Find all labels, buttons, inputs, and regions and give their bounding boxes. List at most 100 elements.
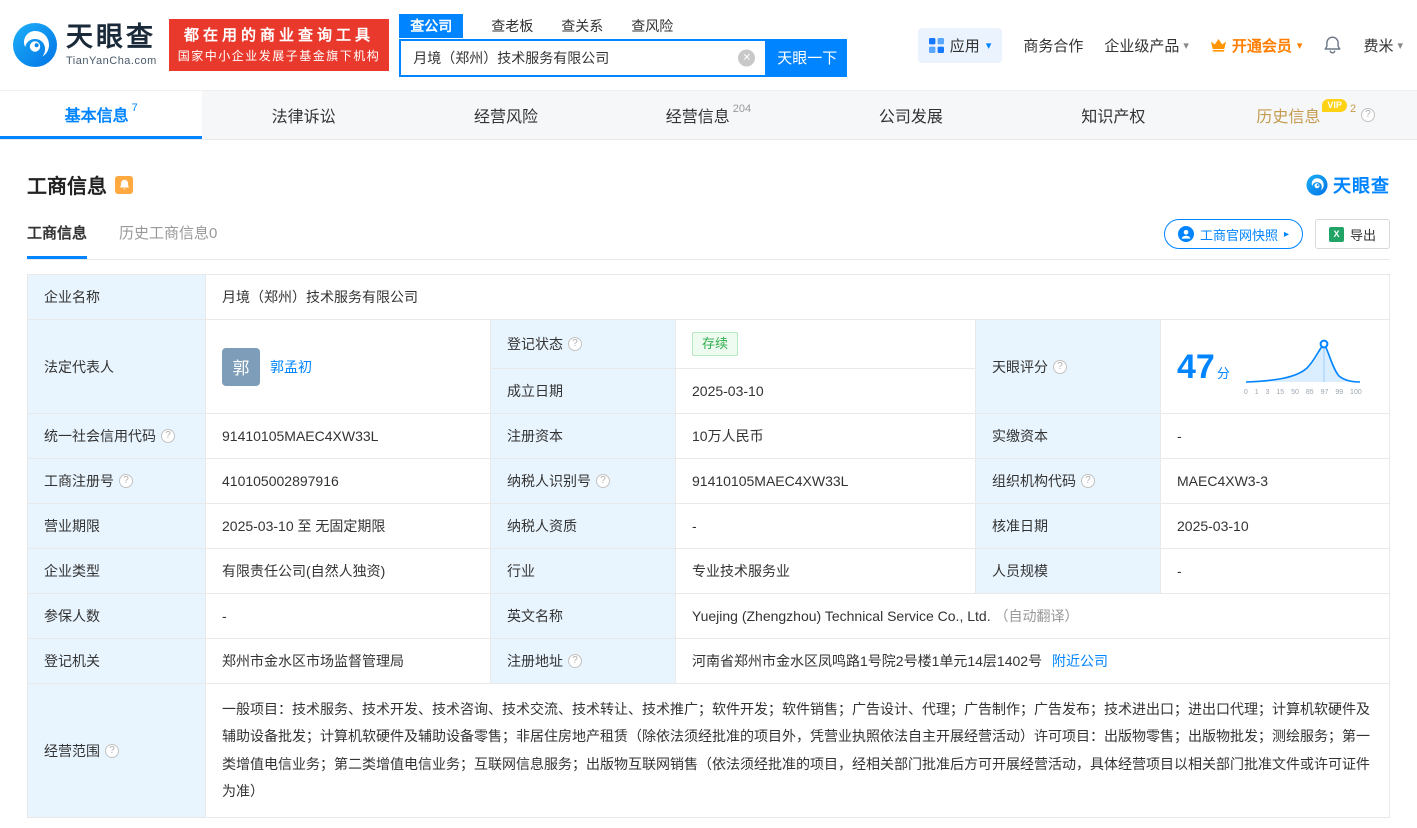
tab-history-info[interactable]: 历史信息 VIP 2 ? [1215, 91, 1417, 139]
business-term-label: 营业期限 [27, 503, 206, 550]
tab-legal-litigation[interactable]: 法律诉讼 [202, 91, 404, 139]
credit-code-value: 91410105MAEC4XW33L [205, 413, 491, 460]
tab-business-info[interactable]: 经营信息 204 [607, 91, 809, 139]
table-row: 登记机关 郑州市金水区市场监督管理局 注册地址? 河南省郑州市金水区凤鸣路1号院… [27, 638, 1390, 685]
bell-icon [1324, 36, 1341, 54]
promo-line2: 国家中小企业发展子基金旗下机构 [177, 49, 381, 64]
cooperation-menu[interactable]: 商务合作 [1023, 35, 1083, 56]
help-icon[interactable]: ? [1081, 474, 1095, 489]
official-snapshot-button[interactable]: 工商官网快照 ▸ [1163, 219, 1303, 249]
credit-code-label: 统一社会信用代码? [27, 413, 206, 460]
taxpayer-id-label: 纳税人识别号? [490, 458, 676, 505]
help-icon[interactable]: ? [568, 337, 582, 352]
tab-company-development-label: 公司发展 [878, 109, 943, 126]
search-tab-relation[interactable]: 查关系 [561, 16, 603, 36]
section-title: 工商信息 [27, 176, 107, 198]
tab-legal-litigation-label: 法律诉讼 [271, 109, 336, 126]
help-icon[interactable]: ? [105, 743, 119, 758]
business-term-value: 2025-03-10 至 无固定期限 [205, 503, 491, 550]
paid-capital-value: - [1160, 413, 1390, 460]
tianyancha-logo[interactable]: 天眼查 TianYanCha.com [12, 22, 157, 68]
reg-number-value: 410105002897916 [205, 458, 491, 505]
search-tab-risk[interactable]: 查风险 [631, 16, 673, 36]
legal-rep-link[interactable]: 郭孟初 [270, 357, 312, 377]
chevron-down-icon: ▾ [1397, 39, 1403, 52]
help-icon[interactable]: ? [119, 474, 133, 489]
tab-basic-info[interactable]: 基本信息 7 [0, 91, 203, 139]
industry-label: 行业 [490, 548, 676, 595]
subtab-business-registration[interactable]: 工商信息 [27, 222, 88, 259]
legal-rep-avatar[interactable]: 郭 [222, 347, 260, 386]
org-code-label: 组织机构代码? [975, 458, 1161, 505]
apps-grid-icon [928, 37, 944, 53]
chevron-down-icon: ▾ [1183, 39, 1189, 52]
score-label: 天眼评分? [975, 318, 1161, 415]
apps-label: 应用 [949, 37, 980, 55]
official-snapshot-label: 工商官网快照 [1199, 227, 1278, 243]
table-row: 企业类型 有限责任公司(自然人独资) 行业 专业技术服务业 人员规模 - [27, 548, 1390, 595]
table-row: 法定代表人 郭 郭孟初 登记状态? 存续 天眼评分? 47 分 0 1 3 15… [27, 318, 1390, 415]
monitor-bell-icon[interactable] [115, 175, 133, 194]
excel-icon: X [1328, 226, 1344, 242]
vip-badge: VIP [1322, 98, 1347, 112]
search-block: 查公司 查老板 查关系 查风险 ✕ 天眼一下 [399, 13, 848, 77]
company-nav-tabs: 基本信息 7 法律诉讼 经营风险 经营信息 204 公司发展 知识产权 历史信息… [0, 90, 1417, 140]
approval-date-label: 核准日期 [975, 503, 1161, 550]
tab-history-info-label: 历史信息 [1256, 109, 1321, 126]
company-type-value: 有限责任公司(自然人独资) [205, 548, 491, 595]
tab-basic-info-label: 基本信息 [64, 107, 129, 125]
search-button[interactable]: 天眼一下 [767, 38, 848, 77]
tab-operating-risk[interactable]: 经营风险 [405, 91, 607, 139]
tab-intellectual-property[interactable]: 知识产权 [1012, 91, 1214, 139]
reg-status-label: 登记状态? [490, 318, 676, 370]
search-tab-company[interactable]: 查公司 [399, 13, 464, 38]
taxpayer-quality-value: - [675, 503, 976, 550]
brand-text: 天眼查 [1333, 175, 1390, 196]
tab-operating-risk-label: 经营风险 [474, 109, 539, 126]
enterprise-label: 企业级产品 [1104, 37, 1180, 55]
company-name-value: 月境（郑州）技术服务有限公司 [205, 274, 1390, 320]
enterprise-menu[interactable]: 企业级产品 ▾ [1104, 35, 1189, 56]
company-type-label: 企业类型 [27, 548, 206, 595]
watermark-brand: 天眼查 [1306, 172, 1390, 198]
vip-upgrade-menu[interactable]: 开通会员 ▾ [1210, 35, 1302, 56]
industry-value: 专业技术服务业 [675, 548, 976, 595]
help-icon[interactable]: ? [1053, 359, 1067, 374]
user-menu[interactable]: 费米 ▾ [1363, 35, 1403, 56]
tab-company-development[interactable]: 公司发展 [810, 91, 1012, 139]
tab-history-info-count: 2 [1349, 103, 1357, 115]
search-input-wrap: ✕ [399, 38, 768, 77]
subtab-row: 工商信息 历史工商信息0 工商官网快照 ▸ X 导出 [27, 219, 1390, 260]
help-icon[interactable]: ? [568, 654, 582, 669]
establish-date-label: 成立日期 [490, 368, 676, 415]
subtab-history-registration[interactable]: 历史工商信息0 [119, 222, 217, 259]
score-trend-chart: 0 1 3 15 50 85 97 99 100 [1244, 337, 1362, 396]
subtab-actions: 工商官网快照 ▸ X 导出 [1163, 219, 1390, 259]
help-icon[interactable]: ? [596, 474, 610, 489]
person-badge-icon [1177, 226, 1194, 242]
clear-icon[interactable]: ✕ [738, 49, 756, 66]
tab-intellectual-property-label: 知识产权 [1081, 109, 1146, 126]
help-icon[interactable]: ? [1361, 108, 1376, 122]
business-scope-value: 一般项目：技术服务、技术开发、技术咨询、技术交流、技术转让、技术推广；软件开发；… [205, 683, 1390, 819]
staff-size-label: 人员规模 [975, 548, 1161, 595]
search-tab-boss[interactable]: 查老板 [491, 16, 533, 36]
logo-subtitle: TianYanCha.com [66, 54, 157, 67]
status-badge: 存续 [692, 332, 739, 357]
apps-menu[interactable]: 应用 ▾ [917, 27, 1003, 63]
tab-business-info-count: 204 [732, 103, 752, 115]
business-scope-label: 经营范围? [27, 683, 206, 819]
search-input[interactable] [401, 40, 766, 75]
business-info-table-wrap: 企业名称 月境（郑州）技术服务有限公司 法定代表人 郭 郭孟初 登记状态? 存续… [0, 260, 1417, 828]
promo-banner: 都在用的商业查询工具 国家中小企业发展子基金旗下机构 [168, 18, 390, 72]
help-icon[interactable]: ? [161, 429, 175, 444]
business-info-table: 企业名称 月境（郑州）技术服务有限公司 法定代表人 郭 郭孟初 登记状态? 存续… [27, 274, 1390, 819]
reg-authority-value: 郑州市金水区市场监督管理局 [205, 638, 491, 685]
export-button[interactable]: X 导出 [1314, 219, 1390, 249]
nearby-companies-link[interactable]: 附近公司 [1052, 653, 1108, 669]
notifications-button[interactable] [1323, 35, 1342, 55]
tianyancha-brand-icon [1306, 173, 1328, 196]
legal-rep-label: 法定代表人 [27, 318, 206, 415]
tianyancha-logo-icon [13, 23, 57, 67]
crown-icon [1210, 39, 1226, 52]
